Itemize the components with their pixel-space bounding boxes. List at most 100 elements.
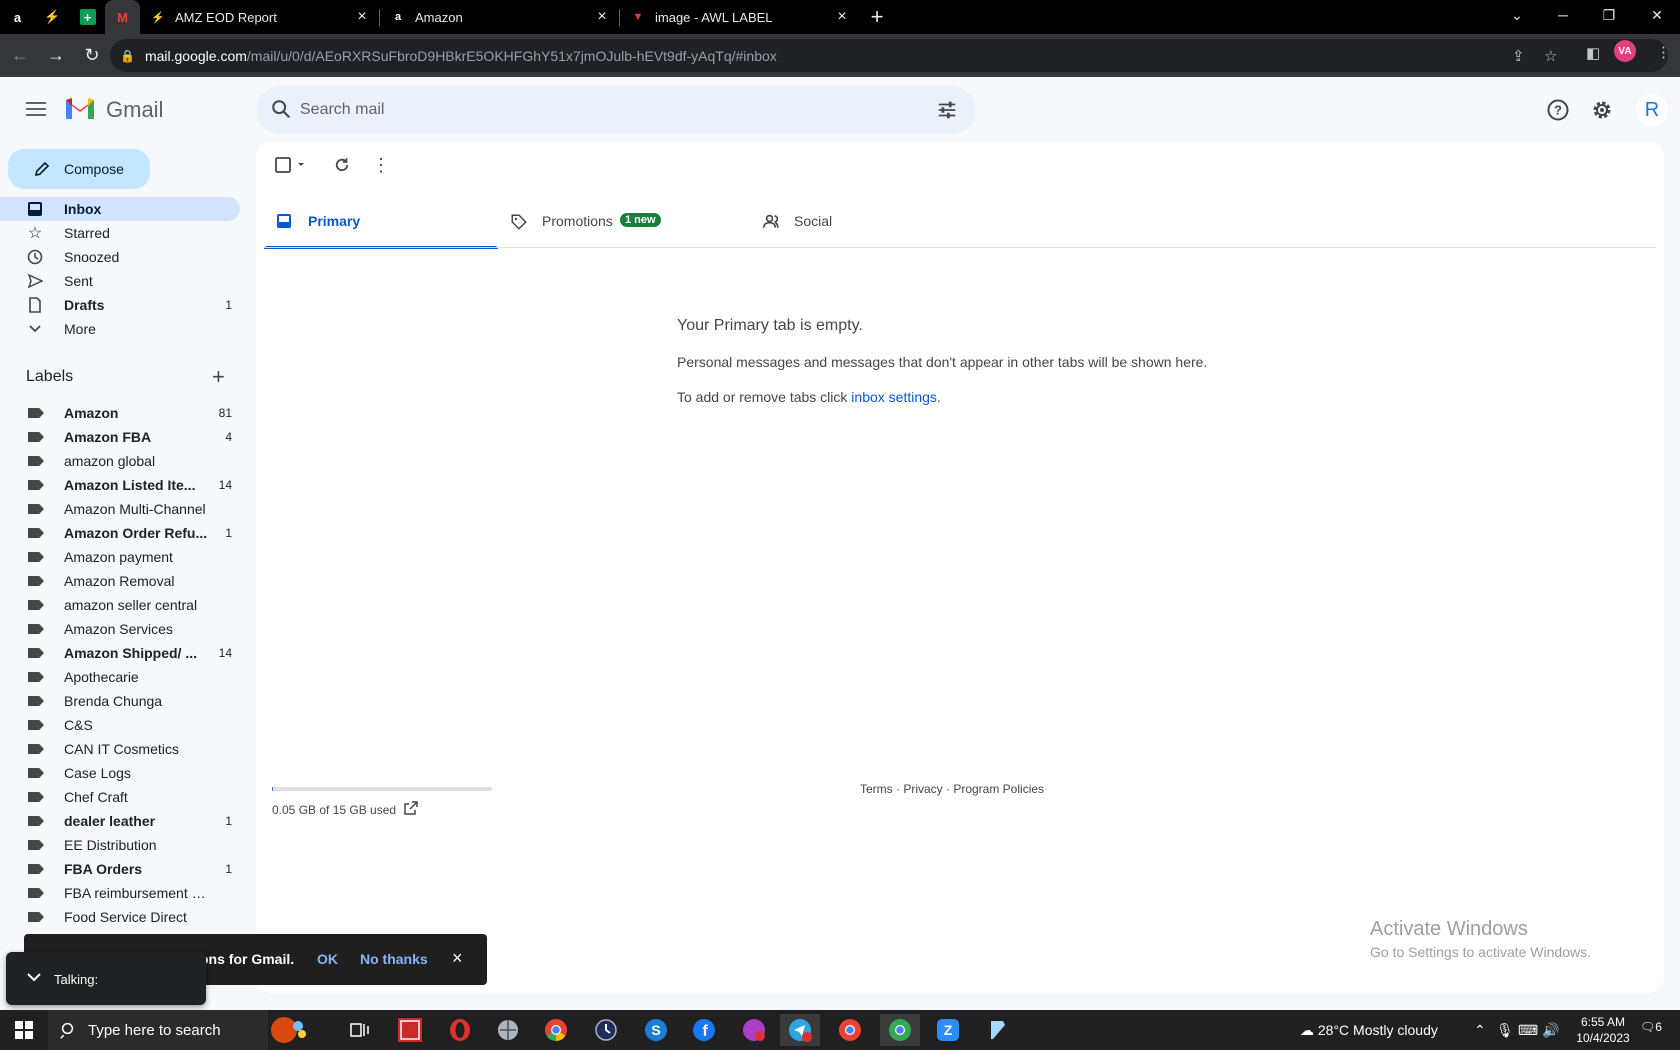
label-item[interactable]: amazon global <box>0 449 240 473</box>
chrome-profile-w-icon[interactable] <box>830 1014 870 1046</box>
windows-start-icon[interactable] <box>4 1014 44 1046</box>
label-item[interactable]: Amazon Order Refu... 1 <box>0 521 240 545</box>
compose-button[interactable]: Compose <box>8 149 150 189</box>
taskbar-clock[interactable]: 6:55 AM 10/4/2023 <box>1573 1014 1633 1046</box>
more-options-icon[interactable]: ⋮ <box>369 153 393 177</box>
sidebar-item-inbox[interactable]: Inbox <box>0 197 240 221</box>
tray-chevron-up-icon[interactable]: ⌃ <box>1474 1022 1486 1039</box>
label-item[interactable]: Brenda Chunga <box>0 689 240 713</box>
weather-widget[interactable]: ☁ 28°C Mostly cloudy <box>1300 1022 1438 1039</box>
search-bar[interactable]: Search mail <box>256 86 976 134</box>
settings-gear-icon[interactable] <box>1588 96 1616 124</box>
tab-awl-label[interactable]: ▼ image - AWL LABEL × <box>620 0 860 34</box>
label-item[interactable]: EE Distribution <box>0 833 240 857</box>
label-item[interactable]: amazon seller central <box>0 593 240 617</box>
sidebar-item-starred[interactable]: ☆ Starred <box>0 221 240 245</box>
sidebar-item-snoozed[interactable]: Snoozed <box>0 245 240 269</box>
back-icon[interactable]: ← <box>4 40 36 72</box>
label-item[interactable]: dealer leather 1 <box>0 809 240 833</box>
opera-icon[interactable] <box>440 1014 480 1046</box>
clock-app-icon[interactable] <box>586 1014 626 1046</box>
sidebar-item-more[interactable]: More <box>0 317 240 341</box>
forward-icon[interactable]: → <box>40 40 72 72</box>
gmail-brand[interactable]: Gmail <box>106 97 163 123</box>
notification-center-icon[interactable]: 🗨6 <box>1640 1020 1662 1034</box>
search-icon[interactable] <box>270 98 292 125</box>
search-options-icon[interactable] <box>936 99 958 126</box>
app-icon-bb[interactable] <box>390 1014 430 1046</box>
share-icon[interactable]: ⇪ <box>1512 47 1525 65</box>
label-item[interactable]: Case Logs <box>0 761 240 785</box>
snackbar-no-thanks-button[interactable]: No thanks <box>360 951 428 967</box>
pinned-tab-sheets[interactable]: + <box>70 0 105 34</box>
bookmark-star-icon[interactable]: ☆ <box>1544 47 1557 65</box>
tab-primary[interactable]: Primary <box>264 193 498 249</box>
telegram-icon[interactable] <box>780 1014 820 1046</box>
sidebar-item-drafts[interactable]: Drafts 1 <box>0 293 240 317</box>
help-icon[interactable]: ? <box>1544 96 1572 124</box>
talking-widget[interactable]: Talking: <box>6 952 206 1005</box>
snackbar-close-icon[interactable]: × <box>452 948 463 969</box>
profile-avatar[interactable]: VA <box>1614 40 1636 62</box>
label-item[interactable]: Chef Craft <box>0 785 240 809</box>
pinned-tab-zapier[interactable]: ⚡ <box>35 0 70 34</box>
menu-dots-icon[interactable]: ⋮ <box>1656 43 1671 61</box>
new-tab-button[interactable]: + <box>860 0 894 34</box>
label-item[interactable]: Amazon Listed Ite... 14 <box>0 473 240 497</box>
task-view-icon[interactable] <box>340 1014 380 1046</box>
main-menu-icon[interactable] <box>24 98 48 120</box>
create-label-plus-icon[interactable]: + <box>212 366 225 388</box>
sidebar-item-sent[interactable]: Sent <box>0 269 240 293</box>
tab-social[interactable]: Social <box>750 193 984 249</box>
side-panel-icon[interactable]: ◧ <box>1586 44 1600 62</box>
open-external-icon[interactable] <box>404 801 418 820</box>
snackbar-ok-button[interactable]: OK <box>317 951 338 967</box>
footer-links[interactable]: Terms · Privacy · Program Policies <box>860 782 1044 796</box>
label-item[interactable]: Amazon payment <box>0 545 240 569</box>
chevron-down-icon[interactable] <box>26 972 42 987</box>
tab-promotions[interactable]: Promotions 1 new <box>498 193 732 249</box>
label-item[interactable]: Food Service Direct <box>0 905 240 929</box>
label-item[interactable]: Amazon Removal <box>0 569 240 593</box>
taskbar-search-input[interactable]: Type here to search <box>88 1022 221 1039</box>
close-window-icon[interactable]: ✕ <box>1634 0 1680 30</box>
messenger-icon[interactable] <box>734 1014 774 1046</box>
volume-icon[interactable]: 🔊 <box>1542 1022 1559 1039</box>
select-all-checkbox[interactable] <box>272 153 312 177</box>
minimize-icon[interactable]: ─ <box>1540 0 1586 30</box>
label-item[interactable]: C&S <box>0 713 240 737</box>
tab-amazon[interactable]: a Amazon × <box>380 0 620 34</box>
network-icon[interactable]: ⌨ <box>1518 1022 1538 1039</box>
pinned-tab-amazon[interactable]: a <box>0 0 35 34</box>
tab-amz-eod-report[interactable]: ⚡ AMZ EOD Report × <box>140 0 380 34</box>
chrome-icon[interactable] <box>536 1014 576 1046</box>
pinned-tab-gmail[interactable]: M <box>105 0 140 34</box>
taskbar-search[interactable]: Type here to search <box>48 1010 268 1050</box>
account-avatar[interactable]: R <box>1636 94 1668 126</box>
restore-icon[interactable]: ❐ <box>1586 0 1632 30</box>
tab-search-icon[interactable]: ⌄ <box>1494 0 1540 30</box>
label-item[interactable]: Amazon Shipped/ ... 14 <box>0 641 240 665</box>
label-item[interactable]: Apothecarie <box>0 665 240 689</box>
label-item[interactable]: Amazon 81 <box>0 401 240 425</box>
reload-icon[interactable]: ↻ <box>76 40 108 72</box>
zoom-icon[interactable]: Z <box>928 1014 968 1046</box>
label-item[interactable]: FBA Orders 1 <box>0 857 240 881</box>
search-input[interactable]: Search mail <box>300 101 384 119</box>
app-icon-globe[interactable] <box>488 1014 528 1046</box>
label-item[interactable]: CAN IT Cosmetics <box>0 737 240 761</box>
microphone-icon[interactable]: 🎙 <box>1496 1022 1514 1039</box>
facebook-icon[interactable]: f <box>684 1014 724 1046</box>
label-item[interactable]: Amazon Services <box>0 617 240 641</box>
refresh-icon[interactable] <box>330 153 354 177</box>
search-highlight-icon[interactable] <box>268 1014 308 1046</box>
label-item[interactable]: FBA reimbursement noti... <box>0 881 240 905</box>
close-tab-icon[interactable]: × <box>354 8 370 26</box>
label-item[interactable]: Amazon FBA 4 <box>0 425 240 449</box>
notepad-icon[interactable] <box>978 1014 1018 1046</box>
skype-icon[interactable]: S <box>636 1014 676 1046</box>
address-bar[interactable]: 🔒 mail.google.com/mail/u/0/d/AEoRXRSuFbr… <box>110 39 1668 72</box>
label-item[interactable]: Amazon Multi-Channel <box>0 497 240 521</box>
close-tab-icon[interactable]: × <box>594 8 610 26</box>
gmail-logo-icon[interactable] <box>64 95 96 124</box>
